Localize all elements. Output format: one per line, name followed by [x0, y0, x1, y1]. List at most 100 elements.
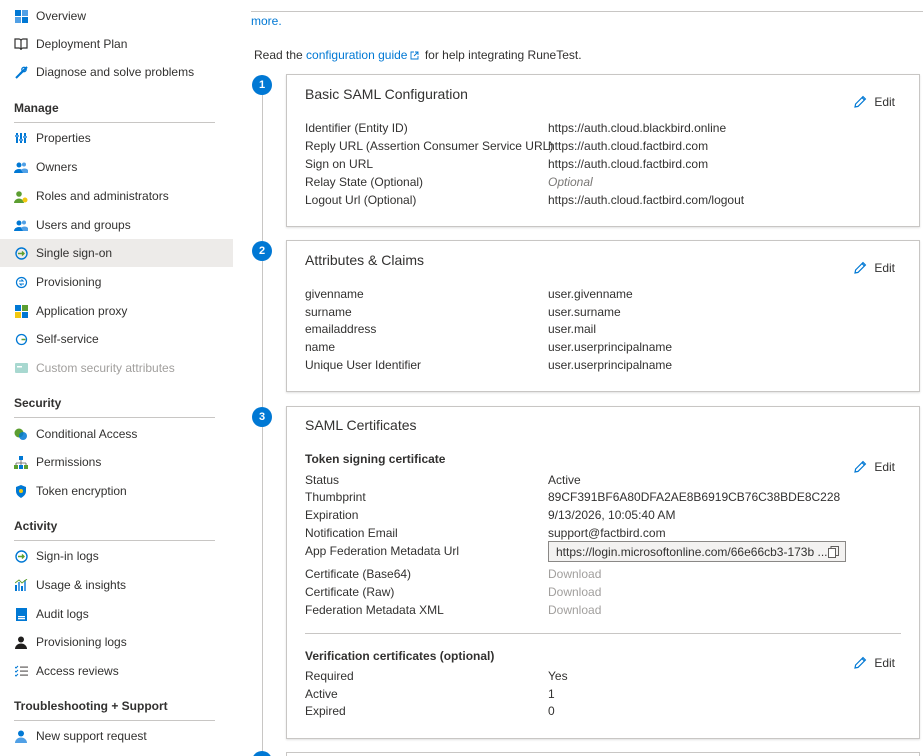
sidebar-item-label: Self-service — [36, 332, 99, 346]
users-icon — [14, 218, 28, 232]
configuration-guide-link[interactable]: configuration guide — [306, 48, 407, 62]
edit-label: Edit — [874, 460, 895, 474]
sidebar-item-self-service[interactable]: Self-service — [0, 325, 233, 353]
sidebar-item-sign-in-logs[interactable]: Sign-in logs — [0, 542, 233, 570]
sidebar-item-diagnose[interactable]: Diagnose and solve problems — [0, 58, 233, 86]
sidebar-item-provisioning[interactable]: Provisioning — [0, 268, 233, 296]
field-row: Identifier (Entity ID) https://auth.cloud… — [305, 121, 905, 139]
sidebar-item-token-encryption[interactable]: Token encryption — [0, 477, 233, 505]
field-value: 1 — [548, 687, 555, 701]
sidebar-item-label: Permissions — [36, 455, 102, 469]
sidebar-item-audit-logs[interactable]: Audit logs — [0, 600, 233, 628]
sidebar-item-permissions[interactable]: Permissions — [0, 448, 233, 476]
sidebar-item-label: Users and groups — [36, 218, 131, 232]
field-row: Certificate (Base64) Download — [305, 567, 905, 585]
divider — [14, 122, 215, 123]
section-title-security: Security — [14, 396, 62, 410]
sidebar: Overview Deployment Plan Diagnose and so… — [0, 0, 233, 756]
pencil-icon — [854, 95, 867, 108]
field-label: Certificate (Raw) — [305, 585, 395, 599]
field-row: App Federation Metadata Url https://logi… — [305, 541, 905, 562]
copy-icon[interactable] — [828, 546, 839, 561]
permissions-icon — [14, 455, 28, 469]
section-title-troubleshooting: Troubleshooting + Support — [14, 699, 168, 713]
saml-certificates-card: SAML Certificates Token signing certific… — [286, 406, 920, 739]
sso-icon — [14, 246, 28, 260]
verification-heading: Verification certificates (optional) — [305, 649, 495, 663]
field-label: Notification Email — [305, 526, 398, 540]
roles-icon — [14, 189, 28, 203]
field-value: https://auth.cloud.factbird.com — [548, 139, 709, 153]
card-title: SAML Certificates — [305, 417, 417, 433]
download-cert-raw-link[interactable]: Download — [548, 585, 601, 599]
more-link[interactable]: more. — [251, 14, 282, 28]
sidebar-item-deployment-plan[interactable]: Deployment Plan — [0, 30, 233, 58]
field-label: Relay State (Optional) — [305, 175, 424, 189]
sidebar-item-label: Token encryption — [36, 484, 127, 498]
sidebar-item-roles[interactable]: Roles and administrators — [0, 182, 233, 210]
self-service-icon — [14, 332, 28, 346]
download-cert-base64-link[interactable]: Download — [548, 567, 601, 581]
field-label: Expiration — [305, 508, 359, 522]
sidebar-item-single-sign-on[interactable]: Single sign-on — [0, 239, 233, 267]
divider — [14, 720, 215, 721]
field-row: Sign on URL https://auth.cloud.factbird.c… — [305, 157, 905, 175]
sidebar-item-label: Deployment Plan — [36, 37, 128, 51]
field-value: user.surname — [548, 305, 621, 319]
sidebar-item-new-support-request[interactable]: New support request — [0, 722, 233, 750]
field-label: name — [305, 340, 336, 354]
field-value: user.givenname — [548, 287, 633, 301]
sidebar-item-custom-security-attributes[interactable]: Custom security attributes — [0, 354, 233, 382]
field-row: Unique User Identifier user.userprincipal… — [305, 358, 905, 376]
sidebar-item-label: Conditional Access — [36, 427, 138, 441]
sidebar-item-provisioning-logs[interactable]: Provisioning logs — [0, 628, 233, 656]
step-badge-4 — [252, 751, 272, 756]
metadata-url-value: https://login.microsoftonline.com/66e66c… — [556, 544, 828, 559]
sidebar-item-properties[interactable]: Properties — [0, 124, 233, 152]
pencil-icon — [854, 261, 867, 274]
divider — [14, 540, 215, 541]
card-title: Attributes & Claims — [305, 252, 425, 268]
field-label: Federation Metadata XML — [305, 603, 444, 617]
metadata-url-field[interactable]: https://login.microsoftonline.com/66e66c… — [548, 541, 846, 562]
field-label: Unique User Identifier — [305, 358, 422, 372]
basic-saml-card: Basic SAML Configuration Edit Identifier… — [286, 74, 920, 227]
field-label: Active — [305, 687, 338, 701]
field-row: Logout Url (Optional) https://auth.cloud.… — [305, 193, 905, 211]
edit-attributes-button[interactable]: Edit — [852, 260, 895, 276]
field-row: Status Active — [305, 473, 905, 491]
download-federation-xml-link[interactable]: Download — [548, 603, 601, 617]
field-label: Logout Url (Optional) — [305, 193, 417, 207]
sidebar-item-access-reviews[interactable]: Access reviews — [0, 657, 233, 685]
owners-icon — [14, 160, 28, 174]
sidebar-item-usage-insights[interactable]: Usage & insights — [0, 571, 233, 599]
field-row: Reply URL (Assertion Consumer Service UR… — [305, 139, 905, 157]
sidebar-item-conditional-access[interactable]: Conditional Access — [0, 420, 233, 448]
step-connector — [262, 261, 263, 407]
audit-logs-icon — [14, 607, 28, 621]
token-signing-heading: Token signing certificate — [305, 452, 446, 466]
divider — [251, 11, 923, 12]
sidebar-item-label: Properties — [36, 131, 91, 145]
external-link-icon — [411, 51, 419, 60]
field-row: Thumbprint 89CF391BF6A80DFA2AE8B6919CB76C… — [305, 490, 905, 508]
sidebar-item-label: Application proxy — [36, 304, 128, 318]
field-value: user.userprincipalname — [548, 340, 673, 354]
sidebar-item-label: Sign-in logs — [36, 549, 99, 563]
edit-label: Edit — [874, 95, 895, 109]
conditional-access-icon — [14, 427, 28, 441]
sidebar-item-users-groups[interactable]: Users and groups — [0, 211, 233, 239]
field-row: Required Yes — [305, 669, 905, 687]
field-label: surname — [305, 305, 352, 319]
sidebar-item-owners[interactable]: Owners — [0, 153, 233, 181]
sidebar-item-label: Single sign-on — [36, 246, 113, 260]
sidebar-item-app-proxy[interactable]: Application proxy — [0, 297, 233, 325]
sidebar-item-label: Overview — [36, 9, 87, 23]
sidebar-item-overview[interactable]: Overview — [0, 2, 233, 30]
custom-attributes-icon — [14, 361, 28, 375]
main-content: more. Read the configuration guide for h… — [233, 0, 923, 756]
field-value: https://auth.cloud.blackbird.online — [548, 121, 727, 135]
field-row: surname user.surname — [305, 305, 905, 323]
divider — [14, 417, 215, 418]
edit-basic-saml-button[interactable]: Edit — [852, 94, 895, 110]
